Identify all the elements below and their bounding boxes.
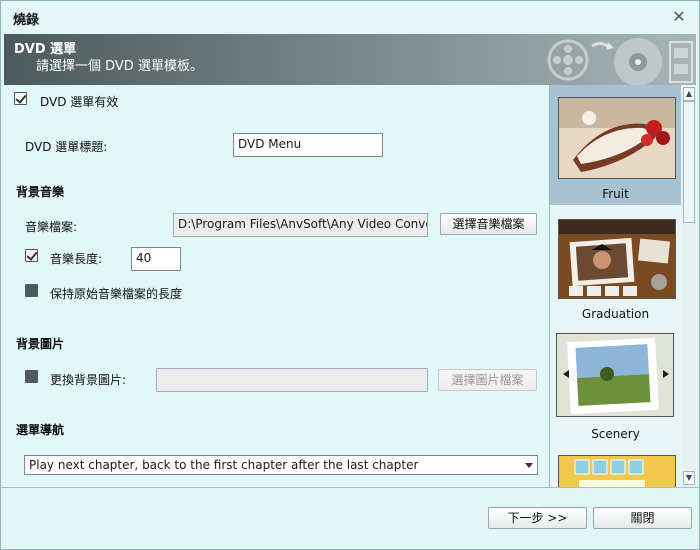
template-name: Fruit (602, 187, 629, 201)
change-background-checkbox[interactable] (25, 370, 38, 383)
chevron-down-icon (525, 463, 533, 468)
navigation-select[interactable]: Play next chapter, back to the first cha… (24, 455, 538, 475)
music-length-label: 音樂長度: (50, 252, 103, 266)
dvd-menu-enable-checkbox[interactable] (14, 92, 27, 105)
dvd-menu-enable-label: DVD 選單有效 (40, 95, 119, 109)
dialog-footer: 下一步 >> 關閉 (1, 487, 699, 549)
template-item-fruit[interactable]: Fruit (550, 85, 681, 205)
music-file-input[interactable]: D:\Program Files\AnvSoft\Any Video Conve… (173, 213, 428, 237)
navigation-section-label: 選單導航 (16, 423, 65, 437)
dvd-menu-title-input[interactable]: DVD Menu (233, 133, 383, 157)
burn-dialog: 燒錄 ✕ DVD 選單 請選擇一個 DVD 選單模板。 DVD 選單有效 DVD… (0, 0, 700, 550)
page-header: DVD 選單 請選擇一個 DVD 選單模板。 (4, 34, 696, 85)
template-item-graduation[interactable]: Graduation (550, 205, 681, 325)
window-title: 燒錄 (13, 13, 40, 28)
background-image-path-input[interactable] (156, 368, 428, 392)
next-button[interactable]: 下一步 >> (488, 507, 587, 529)
settings-panel: DVD 選單有效 DVD 選單標題: DVD Menu 背景音樂 音樂檔案: D… (4, 85, 549, 487)
template-name: Scenery (591, 427, 640, 441)
choose-image-file-button[interactable]: 選擇圖片檔案 (438, 369, 537, 391)
keep-original-length-checkbox[interactable] (25, 284, 38, 297)
scroll-down-icon[interactable]: ▼ (683, 471, 695, 485)
music-length-checkbox[interactable] (25, 249, 38, 262)
page-subtitle: 請選擇一個 DVD 選單模板。 (36, 59, 203, 74)
template-thumbnail (558, 219, 676, 299)
navigation-selected-option: Play next chapter, back to the first cha… (29, 458, 419, 472)
template-scrollbar[interactable]: ▲ ▼ (682, 85, 696, 487)
scrollbar-thumb[interactable] (683, 101, 695, 223)
image-section-label: 背景圖片 (16, 337, 65, 351)
template-item-scenery[interactable]: Scenery (550, 325, 681, 445)
music-length-input[interactable]: 40 (131, 247, 181, 271)
close-button[interactable]: 關閉 (593, 507, 692, 529)
scroll-up-icon[interactable]: ▲ (683, 87, 695, 101)
music-section-label: 背景音樂 (16, 185, 65, 199)
template-thumbnail (558, 97, 676, 179)
template-item-partial[interactable] (550, 445, 681, 487)
change-background-label: 更換背景圖片: (50, 373, 127, 387)
template-name: Graduation (581, 307, 650, 321)
film-reel-icon (547, 38, 693, 85)
choose-music-file-button[interactable]: 選擇音樂檔案 (440, 213, 537, 235)
keep-original-length-label: 保持原始音樂檔案的長度 (50, 287, 183, 301)
template-thumbnail (558, 455, 676, 487)
close-icon[interactable]: ✕ (669, 7, 689, 27)
template-list: Fruit Graduation Scenery ▲ ▼ (549, 85, 697, 487)
title-bar: 燒錄 ✕ (1, 1, 699, 34)
template-thumbnail (556, 333, 674, 417)
dvd-menu-title-label: DVD 選單標題: (25, 140, 108, 154)
music-file-label: 音樂檔案: (25, 220, 78, 234)
